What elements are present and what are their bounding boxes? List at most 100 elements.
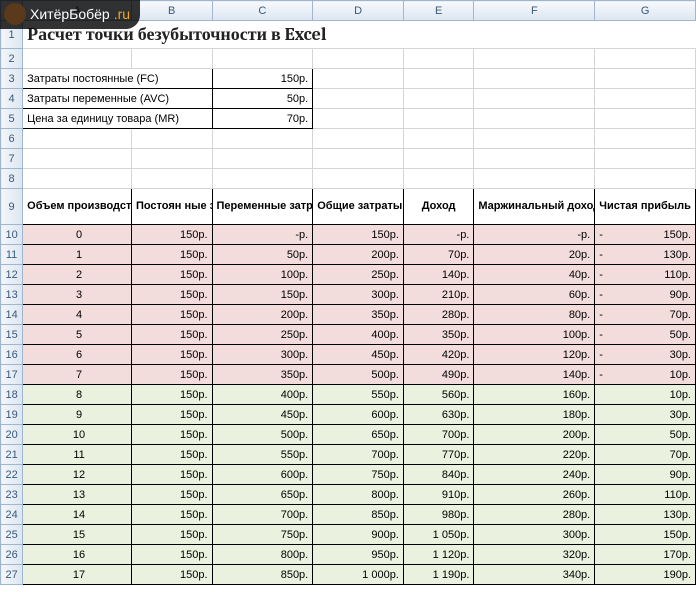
cell[interactable] — [474, 149, 595, 169]
data-cell[interactable]: 11 — [23, 445, 132, 465]
column-header-F[interactable]: F — [474, 1, 595, 21]
data-cell[interactable]: 250р. — [313, 265, 404, 285]
data-cell[interactable]: -90р. — [595, 285, 696, 305]
data-cell[interactable]: 200р. — [313, 245, 404, 265]
cell[interactable] — [212, 129, 313, 149]
data-cell[interactable]: 250р. — [212, 325, 313, 345]
data-cell[interactable]: 320р. — [474, 545, 595, 565]
data-cell[interactable]: 130р. — [595, 505, 696, 525]
data-cell[interactable]: 10р. — [595, 385, 696, 405]
input-value[interactable]: 50р. — [212, 89, 313, 109]
table-column-header[interactable]: Маржинальный доход — [474, 189, 595, 225]
column-header-C[interactable]: C — [212, 1, 313, 21]
data-cell[interactable]: 280р. — [474, 505, 595, 525]
cell[interactable] — [313, 69, 404, 89]
data-cell[interactable]: 1 190р. — [403, 565, 474, 585]
data-cell[interactable]: 40р. — [474, 265, 595, 285]
data-cell[interactable]: 560р. — [403, 385, 474, 405]
row-header-24[interactable]: 24 — [1, 505, 23, 525]
data-cell[interactable]: 650р. — [212, 485, 313, 505]
data-cell[interactable]: 450р. — [212, 405, 313, 425]
row-header-14[interactable]: 14 — [1, 305, 23, 325]
data-cell[interactable]: 140р. — [474, 365, 595, 385]
column-header-G[interactable]: G — [595, 1, 696, 21]
data-cell[interactable]: 150р. — [131, 385, 212, 405]
cell[interactable] — [403, 49, 474, 69]
data-cell[interactable]: 150р. — [131, 525, 212, 545]
data-cell[interactable]: -р. — [212, 225, 313, 245]
data-cell[interactable]: 70р. — [403, 245, 474, 265]
data-cell[interactable]: 350р. — [313, 305, 404, 325]
data-cell[interactable]: 550р. — [313, 385, 404, 405]
data-cell[interactable]: 4 — [23, 305, 132, 325]
data-cell[interactable]: 1 000р. — [313, 565, 404, 585]
data-cell[interactable]: 20р. — [474, 245, 595, 265]
cell[interactable] — [403, 149, 474, 169]
data-cell[interactable]: 400р. — [313, 325, 404, 345]
data-cell[interactable]: 120р. — [474, 345, 595, 365]
cell[interactable] — [403, 109, 474, 129]
data-cell[interactable]: 750р. — [313, 465, 404, 485]
data-cell[interactable]: 150р. — [131, 265, 212, 285]
input-value[interactable]: 70р. — [212, 109, 313, 129]
table-column-header[interactable]: Общие затраты — [313, 189, 404, 225]
cell[interactable] — [313, 109, 404, 129]
cell[interactable] — [313, 169, 404, 189]
data-cell[interactable]: 850р. — [212, 565, 313, 585]
column-header-D[interactable]: D — [313, 1, 404, 21]
data-cell[interactable]: 150р. — [131, 305, 212, 325]
cell[interactable] — [212, 49, 313, 69]
row-header-7[interactable]: 7 — [1, 149, 23, 169]
data-cell[interactable]: 6 — [23, 345, 132, 365]
data-cell[interactable]: 770р. — [403, 445, 474, 465]
cell[interactable] — [595, 89, 696, 109]
data-cell[interactable]: 350р. — [212, 365, 313, 385]
data-cell[interactable]: -50р. — [595, 325, 696, 345]
data-cell[interactable]: 50р. — [595, 425, 696, 445]
data-cell[interactable]: -130р. — [595, 245, 696, 265]
row-header-23[interactable]: 23 — [1, 485, 23, 505]
input-label[interactable]: Затраты переменные (AVC) — [23, 89, 212, 109]
cell[interactable] — [131, 129, 212, 149]
data-cell[interactable]: 15 — [23, 525, 132, 545]
input-label[interactable]: Затраты постоянные (FC) — [23, 69, 212, 89]
cell[interactable] — [313, 149, 404, 169]
cell[interactable] — [313, 89, 404, 109]
row-header-10[interactable]: 10 — [1, 225, 23, 245]
data-cell[interactable]: 490р. — [403, 365, 474, 385]
data-cell[interactable]: 160р. — [474, 385, 595, 405]
row-header-20[interactable]: 20 — [1, 425, 23, 445]
data-cell[interactable]: 100р. — [212, 265, 313, 285]
data-cell[interactable]: 260р. — [474, 485, 595, 505]
cell[interactable] — [23, 149, 132, 169]
data-cell[interactable]: 150р. — [131, 325, 212, 345]
data-cell[interactable]: 150р. — [131, 345, 212, 365]
input-label[interactable]: Цена за единицу товара (MR) — [23, 109, 212, 129]
data-cell[interactable]: 100р. — [474, 325, 595, 345]
cell[interactable] — [595, 49, 696, 69]
row-header-21[interactable]: 21 — [1, 445, 23, 465]
data-cell[interactable]: 7 — [23, 365, 132, 385]
cell[interactable] — [595, 129, 696, 149]
cell[interactable] — [212, 169, 313, 189]
row-header-18[interactable]: 18 — [1, 385, 23, 405]
table-column-header[interactable]: Переменные затраты — [212, 189, 313, 225]
cell[interactable] — [313, 129, 404, 149]
data-cell[interactable]: 150р. — [131, 225, 212, 245]
data-cell[interactable]: 150р. — [212, 285, 313, 305]
cell[interactable] — [595, 169, 696, 189]
data-cell[interactable]: 10 — [23, 425, 132, 445]
data-cell[interactable]: -110р. — [595, 265, 696, 285]
data-cell[interactable]: 110р. — [595, 485, 696, 505]
row-header-3[interactable]: 3 — [1, 69, 23, 89]
data-cell[interactable]: 800р. — [313, 485, 404, 505]
data-cell[interactable]: 800р. — [212, 545, 313, 565]
cell[interactable] — [403, 169, 474, 189]
cell[interactable] — [474, 49, 595, 69]
data-cell[interactable]: 2 — [23, 265, 132, 285]
data-cell[interactable]: 840р. — [403, 465, 474, 485]
cell[interactable] — [131, 149, 212, 169]
cell[interactable] — [474, 129, 595, 149]
data-cell[interactable]: 150р. — [131, 545, 212, 565]
data-cell[interactable]: 180р. — [474, 405, 595, 425]
